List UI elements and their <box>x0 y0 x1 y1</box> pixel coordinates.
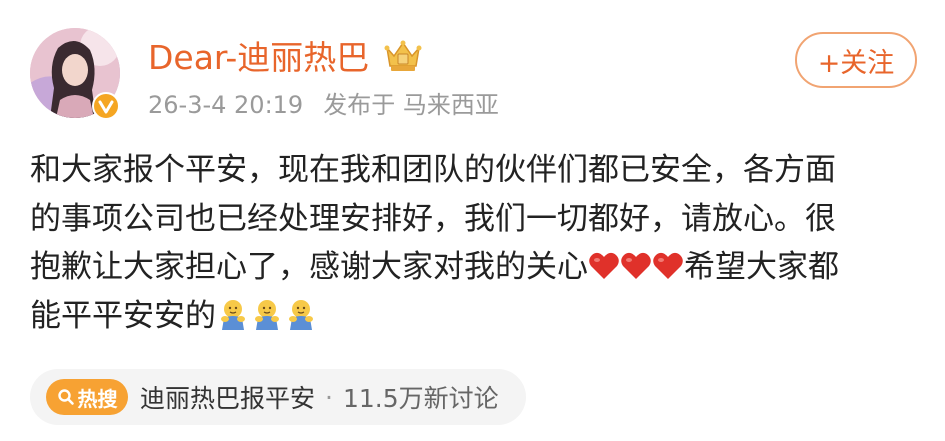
heart-icon <box>652 247 684 279</box>
heart-icon <box>588 247 620 279</box>
post-meta: 26-3-4 20:19 发布于 马来西亚 <box>148 88 499 122</box>
username[interactable]: Dear-迪丽热巴 <box>148 36 369 80</box>
hug-icon <box>250 298 284 332</box>
hot-topic-link[interactable]: 热搜 迪丽热巴报平安 · 11.5万新讨论 <box>30 369 526 425</box>
follow-button[interactable]: +关注 <box>795 32 917 88</box>
post-location: 发布于 马来西亚 <box>323 91 499 119</box>
post-text-line: 能平平安安的 <box>30 292 920 341</box>
post-time: 26-3-4 20:19 <box>148 91 304 119</box>
heart-icon <box>620 247 652 279</box>
post-text-segment: 抱歉让大家担心了，感谢大家对我的关心 <box>30 249 588 285</box>
post-text-segment: 能平平安安的 <box>30 297 216 334</box>
hot-search-badge: 热搜 <box>46 379 128 415</box>
topic-separator: · <box>325 382 333 412</box>
search-icon <box>57 389 74 405</box>
topic-title: 迪丽热巴报平安 <box>140 384 316 413</box>
hug-icon <box>284 298 318 332</box>
post-text-line: 的事项公司也已经处理安排好，我们一切都好，请放心。很 <box>30 200 836 237</box>
post-text-segment: 希望大家都 <box>684 249 839 285</box>
topic-discussion-count: 11.5万新讨论 <box>342 384 499 413</box>
hug-icon <box>216 298 250 332</box>
crown-icon <box>383 38 423 74</box>
hot-search-label: 热搜 <box>77 386 118 411</box>
post-text-line: 抱歉让大家担心了，感谢大家对我的关心 希望大家都 <box>30 243 920 292</box>
weibo-post: Dear-迪丽热巴 26-3-4 20:19 发布于 马来西亚 +关注 和大家报个… <box>0 0 945 441</box>
post-content: 和大家报个平安，现在我和团队的伙伴们都已安全，各方面 的事项公司也已经处理安排好… <box>30 146 920 340</box>
verified-badge-icon <box>92 92 120 120</box>
post-text-line: 和大家报个平安，现在我和团队的伙伴们都已安全，各方面 <box>30 152 836 188</box>
